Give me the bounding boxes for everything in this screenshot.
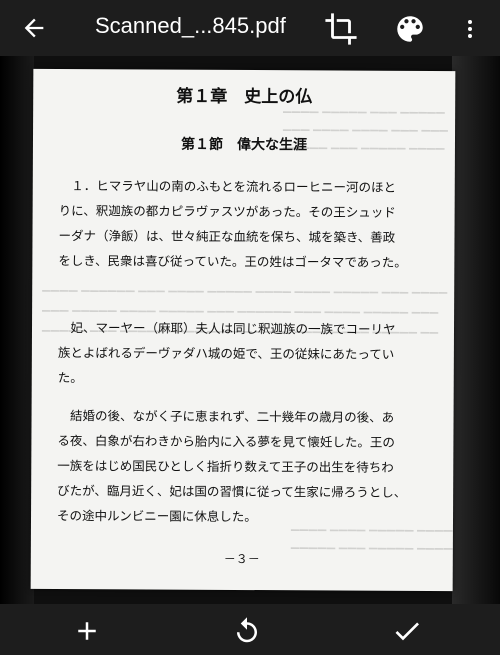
text-line: びたが、臨月近く、妃は国の習慣に従って生家に帰ろうとし、 <box>57 483 407 500</box>
section-heading: 第１節 偉大な生涯 <box>180 136 308 154</box>
text-line: 結婚の後、ながく子に恵まれず、二十幾年の歳月の後、あ <box>57 408 395 425</box>
color-filter-button[interactable] <box>393 12 427 46</box>
check-icon <box>395 622 419 641</box>
text-line: 妃、マーヤー（麻耶）夫人は同じ釈迦族の一族でコーリヤ <box>57 320 396 337</box>
back-button[interactable] <box>18 12 50 44</box>
document-title: Scanned_...845.pdf <box>95 13 286 38</box>
show-through-texture: ▁▁▁ ▁▁▁▁ ▁▁▁▁ ▁▁▁ ▁▁▁ <box>283 119 449 133</box>
text-line: その途中ルンビニー園に休息した。 <box>56 508 257 525</box>
chapter-heading: 第１章 史上の仏 <box>176 86 313 108</box>
text-line: 族とよばれるデーヴァダハ城の姫で、王の従妹にあたってい <box>57 345 395 362</box>
add-icon <box>78 622 96 640</box>
add-page-button[interactable] <box>70 614 104 648</box>
palette-icon <box>397 16 423 42</box>
text-line: １．ヒマラヤ山の南のふもとを流れるローヒニー河のほと <box>58 178 397 195</box>
text-line: をしき、民衆は喜び従っていた。王の姓はゴータマであった。 <box>58 253 407 270</box>
paragraph-3: 結婚の後、ながく子に恵まれず、二十幾年の歳月の後、あ る夜、白象が右わきから胎内… <box>57 403 438 530</box>
more-vertical-icon <box>468 20 472 38</box>
more-options-button[interactable] <box>458 12 482 46</box>
show-through-texture: ▁▁▁▁ ▁▁▁▁▁▁ ▁▁▁ ▁▁▁▁ ▁▁▁▁▁ ▁▁▁▁ ▁▁▁▁ ▁▁▁… <box>42 279 448 295</box>
scanned-page[interactable]: ▁▁▁▁ ▁▁▁▁▁ ▁▁▁ ▁▁▁▁▁ ▁▁▁ ▁▁▁▁ ▁▁▁▁ ▁▁▁ ▁… <box>30 68 456 592</box>
arrow-left-icon <box>24 18 44 38</box>
background-surface-right <box>452 56 500 604</box>
text-line: ーダナ（浄飯）は、世々純正な血統を保ち、城を築き、善政 <box>58 228 396 245</box>
confirm-button[interactable] <box>390 614 424 648</box>
text-line: 一族をはじめ国民ひとしく指折り数えて王子の出生を待ちわ <box>57 458 394 475</box>
crop-button[interactable] <box>324 12 358 46</box>
scan-preview-area: ▁▁▁▁ ▁▁▁▁▁ ▁▁▁ ▁▁▁▁▁ ▁▁▁ ▁▁▁▁ ▁▁▁▁ ▁▁▁ ▁… <box>0 56 500 604</box>
rotate-button[interactable] <box>230 614 264 648</box>
rotate-icon <box>237 617 257 643</box>
text-line: りに、釈迦族の都カピラヴァスツがあった。その王シュッド <box>58 203 396 220</box>
text-line: る夜、白象が右わきから胎内に入る夢を見て懐妊した。王の <box>57 433 395 450</box>
paragraph-1: １．ヒマラヤ山の南のふもとを流れるローヒニー河のほと りに、釈迦族の都カピラヴァ… <box>58 173 439 275</box>
page-number: －３－ <box>223 551 260 567</box>
show-through-texture: ▁▁▁▁▁ ▁▁▁ ▁▁▁▁▁ ▁▁▁▁ <box>290 537 453 551</box>
text-line: た。 <box>57 370 83 386</box>
crop-icon <box>325 13 357 45</box>
background-surface-left <box>0 56 34 604</box>
show-through-texture: ▁▁▁ ▁▁▁▁▁ ▁▁▁▁ ▁▁▁▁▁ ▁▁▁ ▁▁▁▁▁▁ ▁▁▁ ▁▁▁▁… <box>42 299 439 315</box>
bottom-action-bar <box>0 604 500 655</box>
paragraph-2: 妃、マーヤー（麻耶）夫人は同じ釈迦族の一族でコーリヤ 族とよばれるデーヴァダハ城… <box>58 315 438 392</box>
top-app-bar: Scanned_...845.pdf <box>0 0 500 56</box>
